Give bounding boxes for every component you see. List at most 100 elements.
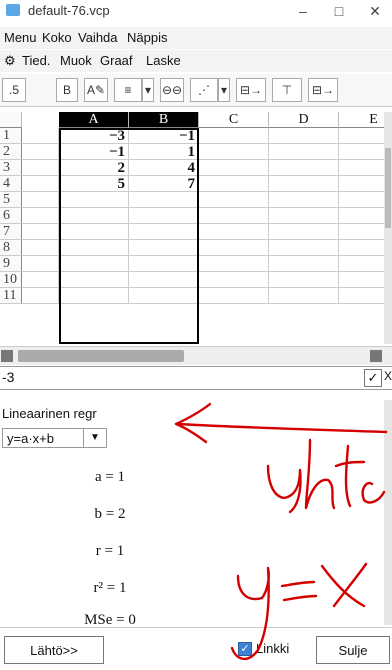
empty-cell[interactable] bbox=[22, 208, 59, 224]
empty-cell[interactable] bbox=[269, 272, 339, 288]
empty-cell[interactable] bbox=[22, 240, 59, 256]
close-icon[interactable]: ✕ bbox=[364, 3, 386, 20]
empty-cell[interactable] bbox=[199, 192, 269, 208]
cell-a2[interactable]: −1 bbox=[59, 144, 129, 160]
cmd-tied[interactable]: Tied. bbox=[22, 53, 50, 68]
menu-item-koko[interactable]: Koko bbox=[42, 30, 72, 45]
menu-item-menu[interactable]: Menu bbox=[4, 30, 37, 45]
scatter-plot-icon[interactable]: ⋰ bbox=[190, 78, 218, 102]
cell-a3[interactable]: 2 bbox=[59, 160, 129, 176]
empty-cell[interactable] bbox=[59, 192, 129, 208]
decimal-format-icon[interactable]: .5 bbox=[2, 78, 26, 102]
empty-cell[interactable] bbox=[269, 224, 339, 240]
empty-cell[interactable] bbox=[269, 144, 339, 160]
empty-cell[interactable] bbox=[129, 208, 199, 224]
empty-cell[interactable] bbox=[339, 160, 384, 176]
maximize-icon[interactable]: □ bbox=[328, 3, 350, 19]
empty-cell[interactable] bbox=[339, 288, 384, 304]
scroll-thumb[interactable] bbox=[18, 350, 184, 362]
chevron-down-icon[interactable]: ▾ bbox=[142, 78, 154, 102]
empty-cell[interactable] bbox=[339, 272, 384, 288]
empty-cell[interactable] bbox=[269, 192, 339, 208]
cell-b4[interactable]: 7 bbox=[129, 176, 199, 192]
empty-cell[interactable] bbox=[199, 144, 269, 160]
empty-cell[interactable] bbox=[22, 144, 59, 160]
row-header[interactable]: 8 bbox=[0, 240, 22, 256]
back-button[interactable]: Lähtö>> bbox=[4, 636, 104, 664]
empty-cell[interactable] bbox=[339, 192, 384, 208]
align-icon[interactable]: ≡ bbox=[114, 78, 142, 102]
empty-cell[interactable] bbox=[22, 224, 59, 240]
empty-cell[interactable] bbox=[269, 128, 339, 144]
cmd-muok[interactable]: Muok bbox=[60, 53, 92, 68]
empty-cell[interactable] bbox=[22, 192, 59, 208]
entry-input[interactable]: -3 bbox=[2, 369, 14, 385]
empty-cell[interactable] bbox=[339, 208, 384, 224]
column-header-e[interactable]: E bbox=[339, 112, 384, 128]
empty-cell[interactable] bbox=[269, 288, 339, 304]
row-header[interactable]: 2 bbox=[0, 144, 22, 160]
empty-cell[interactable] bbox=[59, 288, 129, 304]
model-select[interactable]: y=a·x+b ▼ bbox=[2, 428, 107, 448]
empty-cell[interactable] bbox=[129, 192, 199, 208]
fill-right-icon[interactable]: ⊟→ bbox=[308, 78, 338, 102]
empty-cell[interactable] bbox=[269, 176, 339, 192]
row-header[interactable]: 10 bbox=[0, 272, 22, 288]
scroll-left-icon[interactable] bbox=[1, 350, 13, 362]
empty-cell[interactable] bbox=[199, 240, 269, 256]
empty-cell[interactable] bbox=[199, 128, 269, 144]
cell-a4[interactable]: 5 bbox=[59, 176, 129, 192]
cmd-laske[interactable]: Laske bbox=[146, 53, 181, 68]
confirm-icon[interactable]: ✓ bbox=[364, 369, 382, 387]
empty-cell[interactable] bbox=[199, 272, 269, 288]
empty-cell[interactable] bbox=[339, 240, 384, 256]
empty-cell[interactable] bbox=[339, 176, 384, 192]
empty-cell[interactable] bbox=[59, 224, 129, 240]
empty-cell[interactable] bbox=[22, 128, 59, 144]
empty-cell[interactable] bbox=[199, 224, 269, 240]
chevron-down-icon[interactable]: ▼ bbox=[83, 429, 106, 447]
empty-cell[interactable] bbox=[339, 128, 384, 144]
empty-cell[interactable] bbox=[59, 272, 129, 288]
vertical-scrollbar[interactable] bbox=[384, 112, 392, 344]
horizontal-scrollbar[interactable] bbox=[0, 346, 392, 365]
row-header[interactable]: 9 bbox=[0, 256, 22, 272]
menu-item-vaihda[interactable]: Vaihda bbox=[78, 30, 118, 45]
empty-cell[interactable] bbox=[129, 272, 199, 288]
empty-cell[interactable] bbox=[269, 160, 339, 176]
empty-cell[interactable] bbox=[199, 160, 269, 176]
link-checkbox[interactable]: ✓ bbox=[238, 642, 252, 656]
minimize-icon[interactable]: – bbox=[292, 3, 314, 19]
column-header-d[interactable]: D bbox=[269, 112, 339, 128]
empty-cell[interactable] bbox=[129, 288, 199, 304]
cell-b1[interactable]: −1 bbox=[129, 128, 199, 144]
close-button[interactable]: Sulje bbox=[316, 636, 390, 664]
empty-cell[interactable] bbox=[269, 240, 339, 256]
empty-cell[interactable] bbox=[269, 256, 339, 272]
column-header-a[interactable]: A bbox=[59, 112, 129, 128]
chevron-down-icon[interactable]: ▾ bbox=[218, 78, 230, 102]
scroll-right-icon[interactable] bbox=[370, 350, 382, 362]
empty-cell[interactable] bbox=[22, 288, 59, 304]
cell-b3[interactable]: 4 bbox=[129, 160, 199, 176]
row-header[interactable]: 7 bbox=[0, 224, 22, 240]
cmd-graaf[interactable]: Graaf bbox=[100, 53, 133, 68]
insert-row-icon[interactable]: ⊤ bbox=[272, 78, 302, 102]
empty-cell[interactable] bbox=[269, 208, 339, 224]
row-header[interactable]: 4 bbox=[0, 176, 22, 192]
empty-cell[interactable] bbox=[199, 208, 269, 224]
empty-cell[interactable] bbox=[339, 256, 384, 272]
empty-cell[interactable] bbox=[129, 240, 199, 256]
column-header-c[interactable]: C bbox=[199, 112, 269, 128]
empty-cell[interactable] bbox=[199, 176, 269, 192]
cell-b2[interactable]: 1 bbox=[129, 144, 199, 160]
scroll-thumb[interactable] bbox=[385, 148, 391, 228]
empty-cell[interactable] bbox=[22, 160, 59, 176]
bold-button[interactable]: B bbox=[56, 78, 78, 102]
menu-item-nappis[interactable]: Näppis bbox=[127, 30, 167, 45]
insert-column-icon[interactable]: ⊟→ bbox=[236, 78, 266, 102]
empty-cell[interactable] bbox=[129, 256, 199, 272]
empty-cell[interactable] bbox=[22, 176, 59, 192]
empty-cell[interactable] bbox=[199, 288, 269, 304]
row-header[interactable]: 11 bbox=[0, 288, 22, 304]
